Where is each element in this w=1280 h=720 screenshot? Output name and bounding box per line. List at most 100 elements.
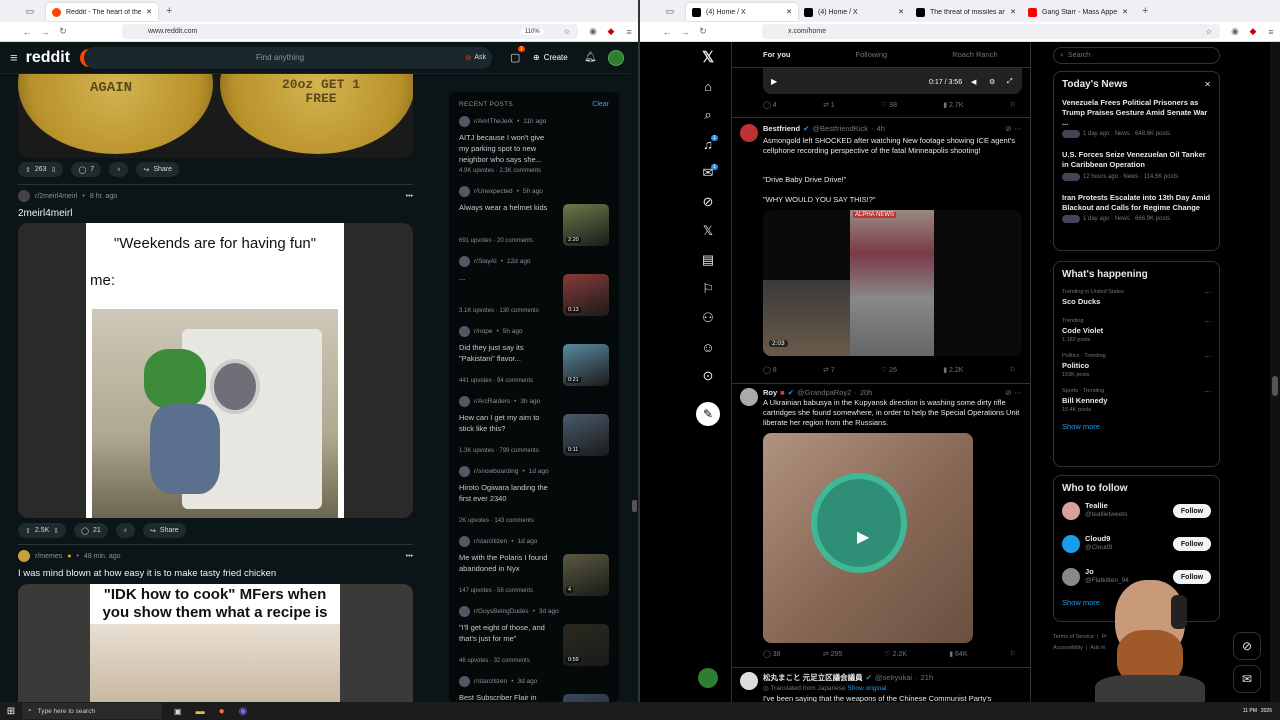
like-button[interactable]: ♡ 2.2K [884, 650, 907, 658]
follow-button[interactable]: Follow [1173, 537, 1211, 551]
views-button[interactable]: ▮ 2.7K [943, 101, 963, 109]
tweet-avatar[interactable] [740, 672, 758, 690]
bookmark-icon[interactable]: ⚐ [1010, 366, 1016, 374]
downvote-icon[interactable]: ⇩ [53, 527, 59, 535]
more-options-icon[interactable]: ••• [406, 193, 413, 200]
task-view-icon[interactable]: ▣ [174, 707, 182, 716]
extension-icon-2[interactable]: ◆ [602, 26, 620, 37]
recent-post-item[interactable]: r/starcitizen • 1d ago Me with the Polaris … [449, 528, 619, 598]
post2-award-button[interactable]: ♁ [115, 523, 136, 538]
post2-title[interactable]: 2meirl4meirl [18, 208, 72, 219]
recent-post-subreddit[interactable]: r/ArcRaiders [474, 398, 510, 405]
downvote-icon[interactable]: ⇩ [51, 166, 57, 174]
bookmark-icon[interactable]: ⚐ [1010, 650, 1016, 658]
recent-post-thumbnail[interactable]: 2:20 [563, 204, 609, 246]
tweet-video[interactable]: ▶ [763, 433, 973, 643]
reply-button[interactable]: ◯ 4 [763, 101, 777, 109]
more-options-icon[interactable]: ⋯ [1204, 388, 1211, 396]
clear-button[interactable]: Clear [592, 101, 609, 108]
recent-post-title[interactable]: Did they just say its "Pakistani" flavor… [459, 343, 554, 365]
profile-icon[interactable]: ☺ [698, 337, 718, 357]
post1-share-button[interactable]: ↪ Share [136, 162, 179, 177]
tab-for-you[interactable]: For you [763, 50, 791, 59]
close-tab-icon[interactable]: ✕ [1010, 8, 1016, 16]
close-tab-icon[interactable]: ✕ [146, 8, 152, 16]
file-explorer-icon[interactable]: ▬ [196, 706, 205, 716]
reply-button[interactable]: ◯ 8 [763, 366, 777, 374]
start-icon[interactable]: ⊞ [0, 706, 22, 717]
show-more-trends[interactable]: Show more [1054, 418, 1219, 435]
views-button[interactable]: ▮ 64K [949, 650, 967, 658]
follow-avatar[interactable] [1062, 568, 1080, 586]
repost-button[interactable]: ⇄ 7 [823, 366, 835, 374]
accessibility-link[interactable]: Accessibility [1053, 645, 1083, 651]
post3-image[interactable]: "IDK how to cook" MFers when you show th… [18, 584, 413, 702]
grok-icon[interactable]: ⊘ [698, 192, 718, 212]
play-icon[interactable]: ▶ [771, 77, 777, 86]
grok-icon[interactable]: ⊘ [1005, 388, 1011, 397]
menu-icon[interactable]: ≡ [1262, 27, 1280, 37]
firefox-icon[interactable]: ● [219, 706, 225, 717]
tab-x-home-1[interactable]: (4) Home / X ✕ [686, 3, 798, 21]
recent-post-title[interactable]: Best Subscriber Flair in [459, 693, 554, 702]
tweet-time[interactable]: 20h [860, 388, 873, 397]
tab-missiles[interactable]: The threat of missiles and d ✕ [910, 3, 1022, 21]
post2-image[interactable]: "Weekends are for having fun" me: [18, 223, 413, 518]
post1-award-button[interactable]: ♁ [109, 162, 129, 177]
tweet-0[interactable]: ▶ 0:17 / 3:56 ◀ ⚙ ⤢ ◯ 4 ⇄ 1 ♡ 38 ▮ 2.7K … [732, 68, 1030, 118]
x-search-field[interactable]: ⌕ Search [1053, 47, 1220, 64]
grok-icon[interactable]: ⊘ [1005, 124, 1011, 133]
recent-post-item[interactable]: r/SlayAI • 12d ago... 3.1K upvotes · 130 co… [449, 248, 619, 318]
post1-comments-button[interactable]: ◯ 7 [71, 162, 102, 177]
repost-button[interactable]: ⇄ 1 [823, 101, 835, 109]
play-button-icon[interactable]: ▶ [857, 527, 869, 547]
recent-post-title[interactable]: Always wear a helmet kids [459, 203, 554, 214]
follow-name[interactable]: Teallie [1085, 501, 1108, 510]
url-field[interactable]: www.reddit.com 110% ☆ [122, 24, 578, 39]
settings-icon[interactable]: ⚙ [989, 78, 995, 86]
video-player[interactable]: ▶ 0:17 / 3:56 ◀ ⚙ ⤢ [763, 68, 1022, 94]
more-options-icon[interactable]: ⋯ [1204, 289, 1211, 297]
extension-icon[interactable]: ◉ [584, 26, 602, 37]
follow-suggestion[interactable]: Teallie @teallietweets Follow [1054, 498, 1219, 528]
recent-post-subreddit[interactable]: r/nope [474, 328, 492, 335]
trend-item[interactable]: Sports · Trending Bill Kennedy 15.4K posts… [1054, 383, 1219, 418]
more-options-icon[interactable]: ⋯ [1204, 318, 1211, 326]
trend-item[interactable]: Trending Code Violet 1,182 posts ⋯ [1054, 313, 1219, 348]
recent-post-title[interactable]: ... [459, 273, 554, 284]
bookmark-icon[interactable]: ⚐ [1010, 101, 1016, 109]
recent-post-item[interactable]: r/nope • 5h ago Did they just say its "Paki… [449, 318, 619, 388]
x-scrollbar[interactable] [1270, 42, 1280, 702]
close-tab-icon[interactable]: ✕ [898, 8, 904, 16]
trend-item[interactable]: Trending in United States Sco Ducks ⋯ [1054, 284, 1219, 313]
scrollbar-thumb[interactable] [632, 500, 637, 512]
notification-bell-icon[interactable]: 🔔︎ [584, 52, 597, 63]
show-original-link[interactable]: Show original [847, 685, 886, 692]
trend-item[interactable]: Politics · Trending Politico 153K posts ⋯ [1054, 348, 1219, 383]
recent-post-subreddit[interactable]: r/starcitizen [474, 538, 507, 545]
recent-post-subreddit[interactable]: r/Unexpected [474, 188, 513, 195]
user-avatar[interactable] [608, 49, 624, 66]
account-avatar[interactable] [698, 668, 718, 688]
chat-icon[interactable]: ▢ [510, 51, 520, 64]
recent-post-thumbnail[interactable] [563, 694, 609, 702]
recent-post-subreddit[interactable]: r/snowboarding [474, 468, 518, 475]
tab-roach-ranch[interactable]: Roach Ranch [952, 50, 997, 59]
reddit-logo[interactable]: reddit [26, 49, 70, 67]
tweet-author-name[interactable]: 松丸まこと 元足立区議会議員 [763, 672, 863, 683]
tweet-avatar[interactable] [740, 388, 758, 406]
recent-post-subreddit[interactable]: r/starcitizen [474, 678, 507, 685]
tab-following[interactable]: Following [856, 50, 888, 59]
volume-icon[interactable]: ◀ [971, 78, 976, 86]
hamburger-menu-icon[interactable]: ≡ [10, 50, 18, 65]
tweet-video[interactable]: ALPHA NEWS 2:03 [763, 210, 1022, 356]
new-tab-icon[interactable]: + [1142, 5, 1148, 17]
news-item[interactable]: Venezuela Frees Political Prisoners as T… [1054, 92, 1219, 144]
messages-floating-button[interactable]: ✉ [1233, 665, 1261, 693]
recent-post-title[interactable]: How can I get my aim to stick like this? [459, 413, 554, 435]
bookmark-star-icon[interactable]: ☆ [1206, 28, 1212, 36]
post2-subreddit[interactable]: r/2meirl4meirl [35, 193, 77, 200]
recent-post-title[interactable]: AITJ because I won't give my parking spo… [459, 133, 554, 166]
ask-button[interactable]: ⊘ Ask [465, 54, 486, 62]
bookmark-star-icon[interactable]: ☆ [564, 28, 570, 36]
